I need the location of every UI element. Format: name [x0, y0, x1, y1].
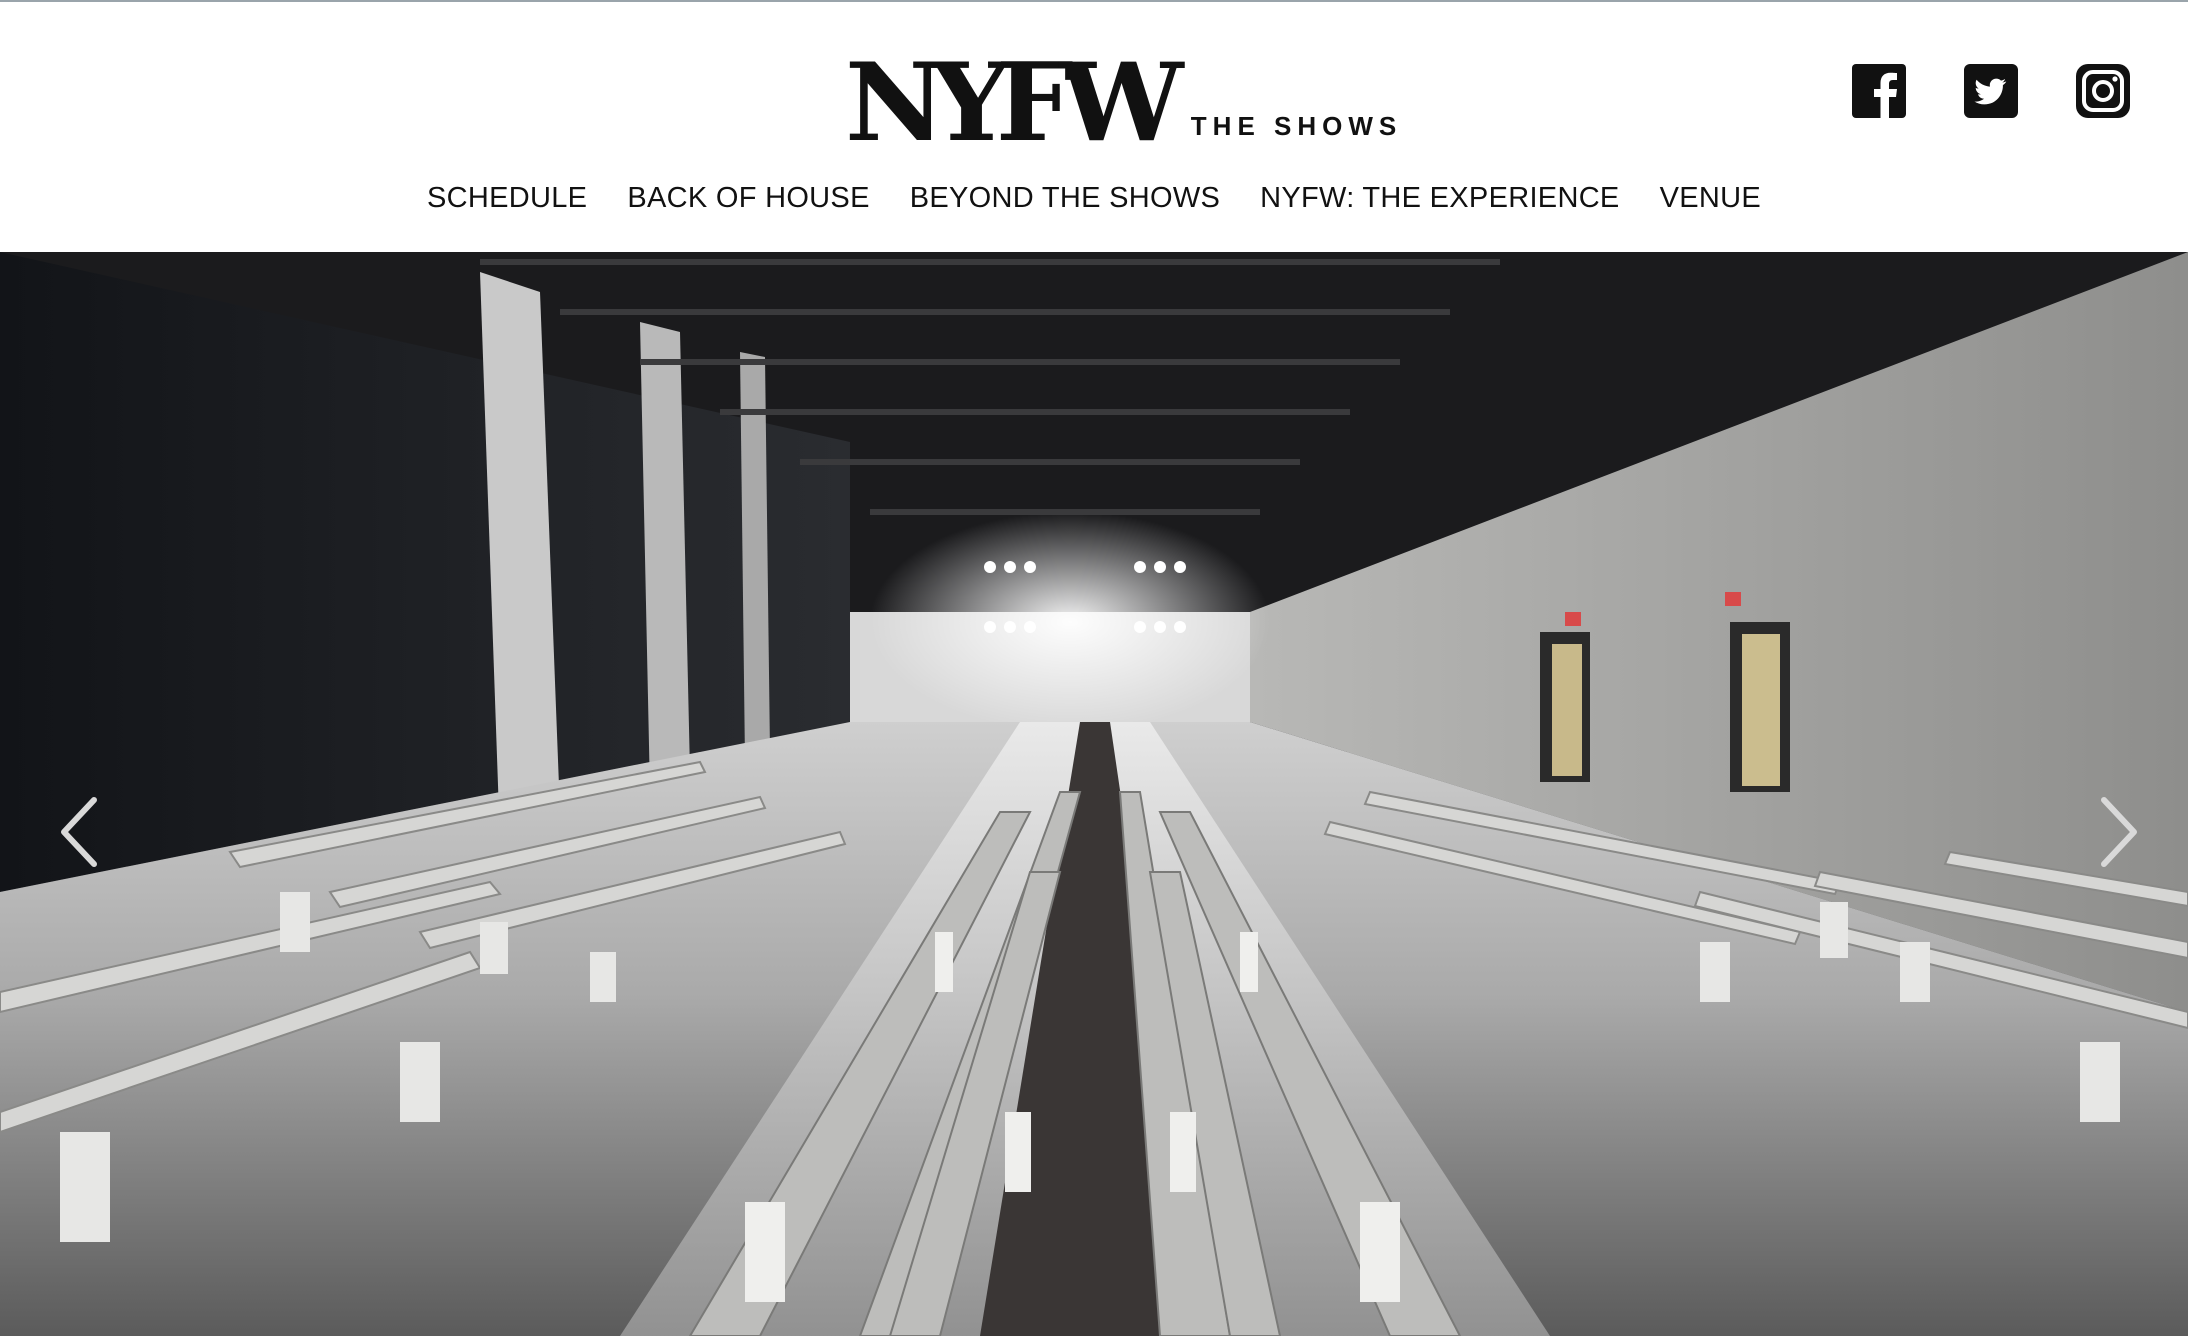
nav-item-venue[interactable]: VENUE [1660, 182, 1761, 215]
nav-item-nyfw-experience[interactable]: NYFW: THE EXPERIENCE [1260, 182, 1619, 215]
site-logo[interactable]: NYFW THE SHOWS [845, 40, 1403, 166]
hero-carousel [0, 252, 2188, 1336]
chevron-right-icon[interactable] [2088, 792, 2148, 872]
logo-subtitle: THE SHOWS [1190, 111, 1403, 141]
facebook-icon[interactable] [1852, 64, 1906, 118]
social-links [1852, 64, 2130, 118]
instagram-icon[interactable] [2076, 64, 2130, 118]
site-header: NYFW THE SHOWS SCHEDULE BACK OF HOUSE BE… [0, 0, 2188, 252]
nav-item-back-of-house[interactable]: BACK OF HOUSE [627, 182, 869, 215]
main-nav: SCHEDULE BACK OF HOUSE BEYOND THE SHOWS … [0, 182, 2188, 215]
nav-item-schedule[interactable]: SCHEDULE [427, 182, 587, 215]
nav-item-beyond-the-shows[interactable]: BEYOND THE SHOWS [910, 182, 1220, 215]
chevron-left-icon[interactable] [50, 792, 110, 872]
twitter-icon[interactable] [1964, 64, 2018, 118]
runway-venue-photo [0, 252, 2188, 1336]
logo-mark: NYFW [845, 40, 1183, 166]
